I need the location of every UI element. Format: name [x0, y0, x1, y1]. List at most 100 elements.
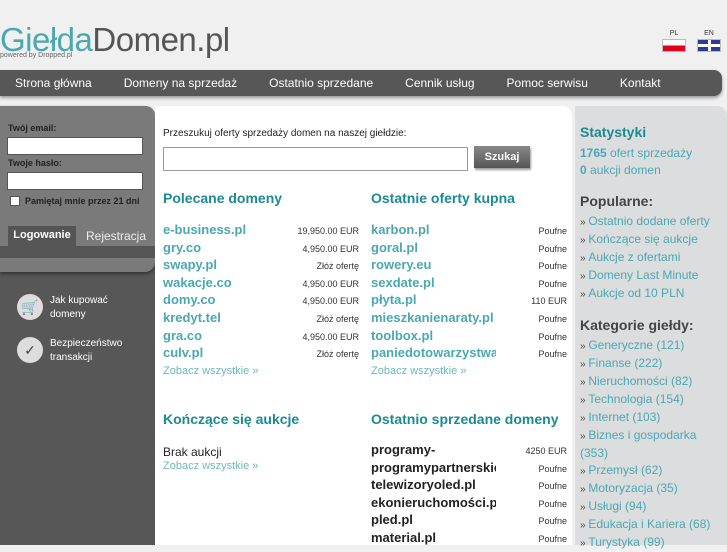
- domain-link[interactable]: płyta.pl: [371, 292, 417, 307]
- help-how-to-buy[interactable]: 🛒 Jak kupować domeny: [17, 294, 120, 322]
- domain-price: Poufne: [538, 463, 567, 474]
- domain-row: ekonieruchomości.pl Poufne: [371, 495, 567, 513]
- domain-row: programy- 4250 EUR: [371, 442, 567, 460]
- categories-link[interactable]: Turystyka (99): [580, 534, 727, 552]
- tab-register[interactable]: Rejestracja: [86, 229, 146, 243]
- email-input[interactable]: [7, 137, 143, 155]
- domain-link[interactable]: e-business.pl: [163, 222, 246, 237]
- categories-link[interactable]: Biznes i gospodarka (353): [580, 427, 727, 462]
- domain-link[interactable]: mieszkanienaraty.pl: [371, 310, 494, 325]
- domain-price: 4,950.00 EUR: [302, 331, 359, 342]
- domain-link[interactable]: wakacje.co: [163, 275, 232, 290]
- domain-price: 4,950.00 EUR: [302, 243, 359, 254]
- categories-link[interactable]: Przemysł (62): [580, 462, 727, 480]
- featured-more-link[interactable]: Zobacz wszystkie »: [163, 365, 258, 377]
- domain-price: Złóż ofertę: [316, 349, 359, 360]
- help-security[interactable]: ✓ Bezpieczeństwo transakcji: [17, 337, 130, 365]
- domain-row: paniedotowarzystwa. Poufne: [371, 345, 567, 363]
- search-button[interactable]: Szukaj: [474, 146, 530, 168]
- categories-link[interactable]: Motoryzacja (35): [580, 480, 727, 498]
- domain-row: płyta.pl 110 EUR: [371, 292, 567, 310]
- categories-link[interactable]: Nieruchomości (82): [580, 373, 727, 391]
- nav-for-sale[interactable]: Domeny na sprzedaż: [124, 76, 237, 90]
- domain-price: Złóż ofertę: [316, 313, 359, 324]
- domain-link[interactable]: swapy.pl: [163, 257, 217, 272]
- search-input[interactable]: [163, 147, 468, 171]
- nav-pricing[interactable]: Cennik usług: [405, 76, 474, 90]
- auctions-title: Kończące się aukcje: [163, 411, 300, 427]
- domain-link[interactable]: sexdate.pl: [371, 275, 435, 290]
- domain-row: mieszkanienaraty.pl Poufne: [371, 310, 567, 328]
- domain-row: goral.pl Poufne: [371, 240, 567, 258]
- domain-price: Poufne: [538, 516, 567, 527]
- buy-more-link[interactable]: Zobacz wszystkie »: [371, 365, 466, 377]
- domain-price: Poufne: [538, 313, 567, 324]
- domain-row: domy.co 4,950.00 EUR: [163, 292, 359, 310]
- left-sidebar: Twój email: Twoje hasło: Pamiętaj mnie p…: [0, 106, 155, 545]
- domain-row: pled.pl Poufne: [371, 512, 567, 530]
- featured-list: e-business.pl 19,950.00 EUR gry.co 4,950.00…: [163, 222, 359, 363]
- sold-title: Ostatnio sprzedane domeny: [371, 411, 559, 427]
- domain-link[interactable]: material.pl: [371, 530, 436, 545]
- domain-link[interactable]: programypartnerskie.: [371, 460, 496, 475]
- login-panel: Twój email: Twoje hasło: Pamiętaj mnie p…: [0, 106, 155, 272]
- domain-price: Poufne: [538, 278, 567, 289]
- uk-flag-icon: [697, 39, 721, 52]
- domain-price: 4250 EUR: [525, 446, 567, 456]
- domain-row: gry.co 4,950.00 EUR: [163, 240, 359, 258]
- lang-pl[interactable]: PL: [662, 30, 686, 52]
- popular-link[interactable]: Domeny Last Minute: [580, 267, 727, 285]
- categories-link[interactable]: Usługi (94): [580, 498, 727, 516]
- domain-link[interactable]: ekonieruchomości.pl: [371, 495, 496, 510]
- nav-home[interactable]: Strona główna: [15, 76, 92, 90]
- domain-link[interactable]: telewizoryoled.pl: [371, 477, 476, 492]
- nav-recently-sold[interactable]: Ostatnio sprzedane: [269, 76, 373, 90]
- domain-price: Poufne: [538, 533, 567, 544]
- domain-link[interactable]: programy-: [371, 442, 435, 457]
- categories-link[interactable]: Technologia (154): [580, 391, 727, 409]
- auctions-more-link[interactable]: Zobacz wszystkie »: [163, 460, 258, 472]
- main-nav: Strona główna Domeny na sprzedaż Ostatni…: [0, 70, 722, 96]
- nav-contact[interactable]: Kontakt: [620, 76, 661, 90]
- popular-link[interactable]: Aukcje z ofertami: [580, 249, 727, 267]
- document-check-icon: ✓: [17, 337, 43, 363]
- categories-link[interactable]: Edukacja i Kariera (68): [580, 516, 727, 534]
- lang-en[interactable]: EN: [697, 30, 721, 52]
- popular-link[interactable]: Kończące się aukcje: [580, 231, 727, 249]
- nav-help[interactable]: Pomoc serwisu: [507, 76, 588, 90]
- domain-link[interactable]: toolbox.pl: [371, 328, 433, 343]
- remember-checkbox[interactable]: [10, 196, 20, 206]
- domain-row: toolbox.pl Poufne: [371, 328, 567, 346]
- domain-row: kredyt.tel Złóż ofertę: [163, 310, 359, 328]
- domain-link[interactable]: rowery.eu: [371, 257, 431, 272]
- domain-link[interactable]: gra.co: [163, 328, 202, 343]
- domain-link[interactable]: gry.co: [163, 240, 201, 255]
- domain-price: 4,950.00 EUR: [302, 296, 359, 307]
- password-input[interactable]: [7, 172, 143, 190]
- categories-link[interactable]: Internet (103): [580, 409, 727, 427]
- categories-link[interactable]: Finanse (222): [580, 355, 727, 373]
- domain-row: gra.co 4,950.00 EUR: [163, 328, 359, 346]
- poland-flag-icon: [662, 39, 686, 52]
- popular-link[interactable]: Ostatnio dodane oferty: [580, 213, 727, 231]
- domain-link[interactable]: domy.co: [163, 292, 216, 307]
- tab-login[interactable]: Logowanie: [8, 226, 76, 246]
- domain-link[interactable]: paniedotowarzystwa.: [371, 345, 496, 360]
- domain-price: Poufne: [538, 481, 567, 492]
- domain-row: culv.pl Złóż ofertę: [163, 345, 359, 363]
- domain-row: programypartnerskie. Poufne: [371, 460, 567, 478]
- domain-price: 19,950.00 EUR: [297, 226, 359, 236]
- categories-link[interactable]: Generyczne (121): [580, 337, 727, 355]
- domain-price: Poufne: [538, 261, 567, 272]
- domain-link[interactable]: kredyt.tel: [163, 310, 221, 325]
- domain-row: rowery.eu Poufne: [371, 257, 567, 275]
- domain-link[interactable]: pled.pl: [371, 512, 413, 527]
- right-sidebar: Statystyki 1765 ofert sprzedaży 0 aukcji…: [575, 106, 727, 549]
- domain-link[interactable]: culv.pl: [163, 345, 203, 360]
- domain-link[interactable]: karbon.pl: [371, 222, 430, 237]
- domain-link[interactable]: goral.pl: [371, 240, 418, 255]
- domain-row: sexdate.pl Poufne: [371, 275, 567, 293]
- popular-link[interactable]: Aukcje od 10 PLN: [580, 285, 727, 303]
- main-content: Przeszukuj oferty sprzedaży domen na nas…: [155, 106, 572, 545]
- cart-icon: 🛒: [17, 294, 43, 320]
